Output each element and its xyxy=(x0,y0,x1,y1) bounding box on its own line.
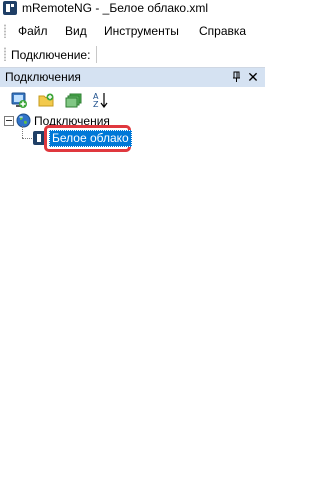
svg-text:Z: Z xyxy=(93,100,99,109)
app-window: mRemoteNG - _Белое облако.xml Файл Вид И… xyxy=(0,0,265,493)
mremoteng-app-icon xyxy=(3,1,17,15)
connections-panel-header: Подключения ✕ xyxy=(0,68,265,87)
toolbar-divider xyxy=(96,46,97,63)
window-title: mRemoteNG - _Белое облако.xml xyxy=(22,1,209,15)
collapse-toggle[interactable] xyxy=(4,116,14,126)
quick-connect-toolbar: Подключение: xyxy=(0,43,265,65)
menu-grip-handle[interactable] xyxy=(4,24,6,38)
title-bar: mRemoteNG - _Белое облако.xml xyxy=(0,0,265,16)
connections-panel-title: Подключения xyxy=(5,70,81,84)
menu-file[interactable]: Файл xyxy=(18,23,48,39)
connections-toolbar: A Z xyxy=(0,88,265,110)
menu-tools[interactable]: Инструменты xyxy=(104,23,179,39)
menu-view[interactable]: Вид xyxy=(65,23,87,39)
quick-connect-label: Подключение: xyxy=(11,48,91,62)
sort-az-icon[interactable]: A Z xyxy=(91,91,109,109)
tree-connector-line xyxy=(22,126,24,138)
new-folder-icon[interactable] xyxy=(37,91,55,109)
close-panel-icon[interactable]: ✕ xyxy=(247,70,259,84)
menu-bar: Файл Вид Инструменты Справка xyxy=(0,21,265,41)
connections-panel: Подключения ✕ A Z Подключения Белое обла… xyxy=(0,67,265,493)
tree-item-rename-field[interactable]: Белое облако xyxy=(49,130,132,147)
menu-help[interactable]: Справка xyxy=(199,23,246,39)
pin-icon[interactable] xyxy=(231,71,243,83)
tree-connector-line xyxy=(22,138,32,140)
view-icon[interactable] xyxy=(65,91,83,109)
toolbar-grip-handle[interactable] xyxy=(4,47,6,61)
new-connection-icon[interactable] xyxy=(10,91,28,109)
